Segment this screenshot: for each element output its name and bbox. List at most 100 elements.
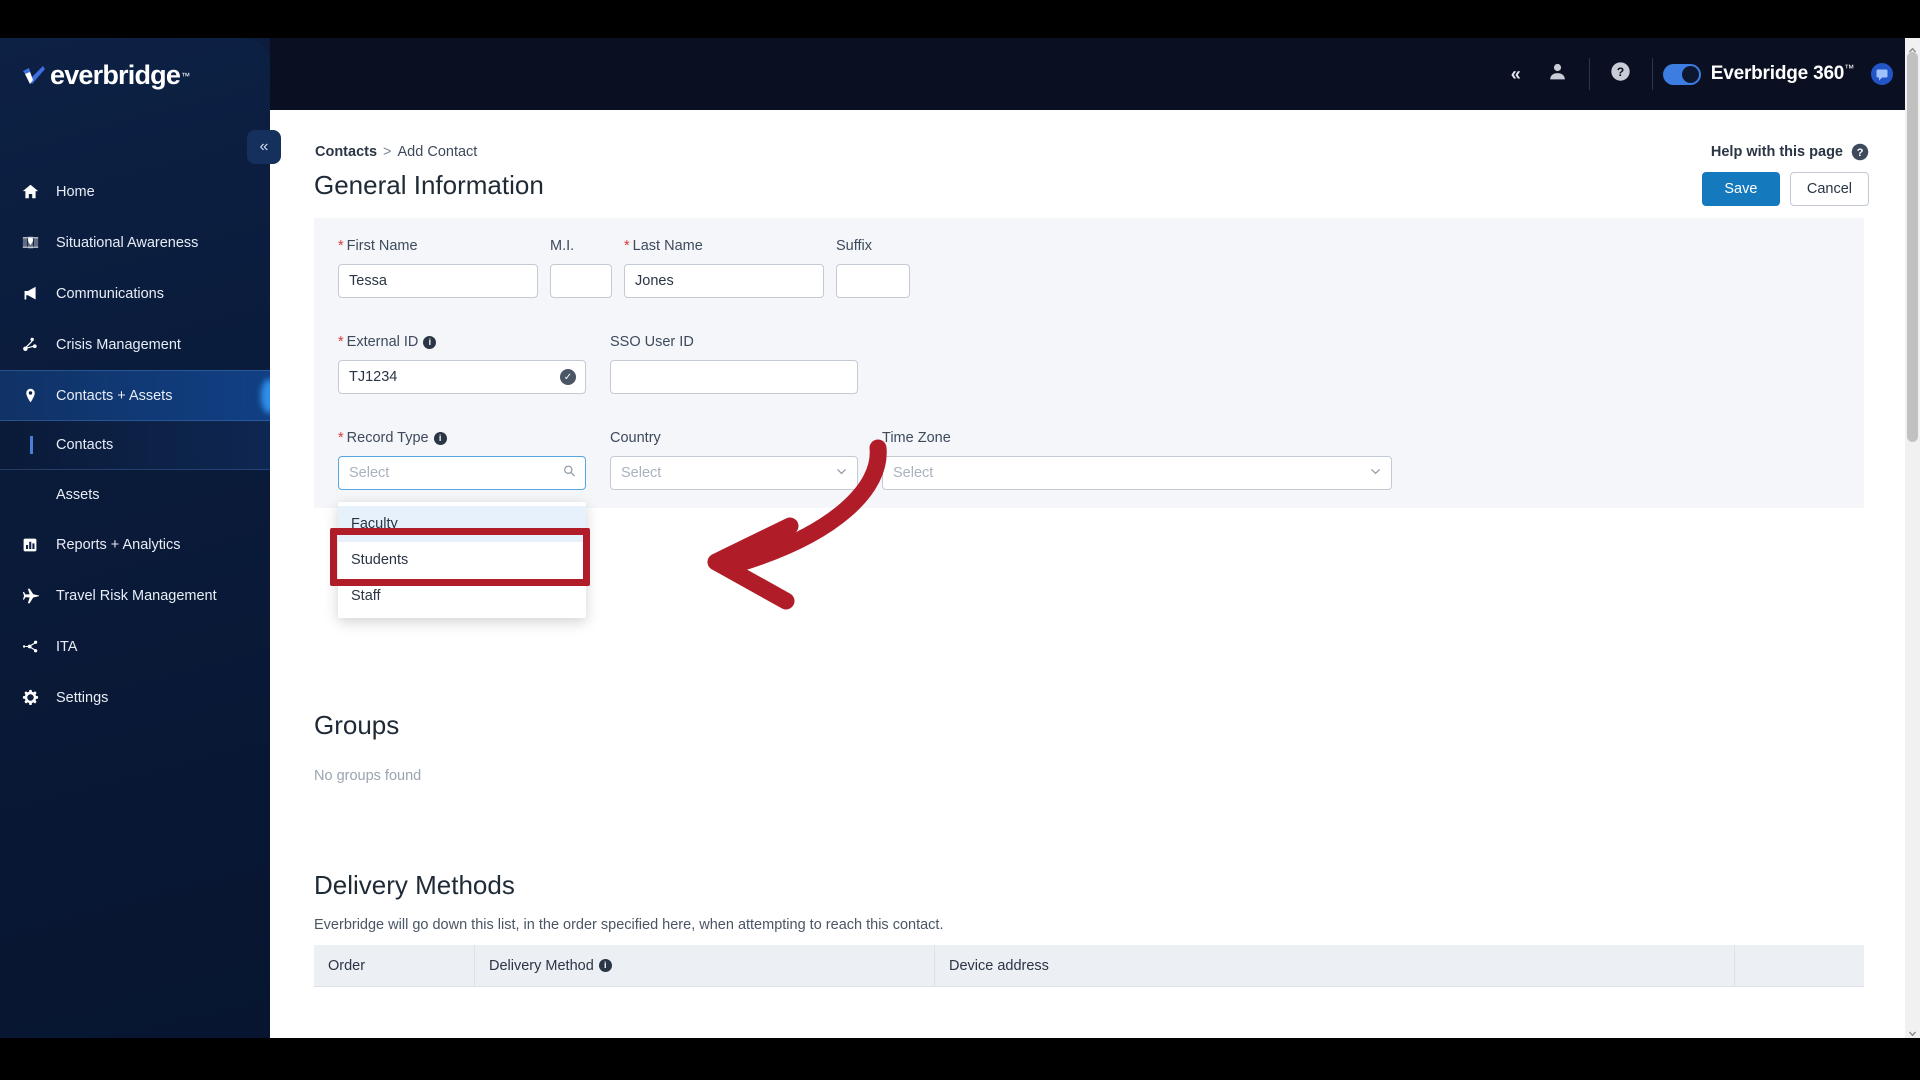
suffix-input[interactable] — [836, 264, 910, 298]
required-marker: * — [624, 238, 630, 254]
middle-initial-label: M.I. — [550, 238, 575, 254]
sidebar-item-crisis-management[interactable]: Crisis Management — [0, 319, 270, 370]
sidebar-item-ita[interactable]: ITA — [0, 621, 270, 672]
airplane-icon — [22, 586, 48, 606]
time-zone-select[interactable]: Select — [882, 456, 1392, 490]
help-with-this-page-link[interactable]: Help with this page ? — [1711, 143, 1869, 161]
chevron-double-left-icon: « — [259, 138, 269, 155]
country-select[interactable]: Select — [610, 456, 858, 490]
country-placeholder: Select — [621, 465, 662, 481]
topbar-divider-2 — [1651, 58, 1653, 90]
topbar-divider-1 — [1588, 58, 1590, 90]
network-nodes-icon — [22, 335, 48, 355]
column-header-order: Order — [328, 957, 366, 974]
cancel-button[interactable]: Cancel — [1789, 172, 1869, 206]
breadcrumb-current: Add Contact — [397, 144, 478, 160]
sidebar-item-situational-awareness[interactable]: Situational Awareness — [0, 217, 270, 268]
scroll-up-arrow-icon[interactable] — [1908, 42, 1917, 53]
user-menu-button[interactable] — [1537, 53, 1579, 95]
record-type-field: * Record Type i Select — [338, 430, 586, 490]
required-marker: * — [338, 334, 344, 350]
sidebar-collapse-button[interactable]: « — [247, 130, 281, 164]
record-type-option-staff[interactable]: Staff — [338, 578, 586, 614]
record-type-label: * Record Type i — [338, 430, 586, 448]
scroll-down-arrow-icon[interactable] — [1908, 1025, 1917, 1037]
first-name-label: * First Name — [338, 238, 418, 254]
external-id-label: * External ID i — [338, 334, 586, 352]
groups-empty-text: No groups found — [314, 768, 422, 784]
sidebar-item-home[interactable]: Home — [0, 166, 270, 217]
delivery-methods-description: Everbridge will go down this list, in th… — [314, 917, 944, 933]
everbridge-360-toggle[interactable] — [1662, 63, 1701, 85]
help-button[interactable]: ? — [1600, 53, 1642, 95]
info-icon[interactable]: i — [598, 959, 612, 972]
page-title: General Information — [314, 170, 544, 200]
application-window: everbridge ™ Home Situational Awareness — [0, 38, 1920, 1038]
info-icon[interactable]: i — [423, 336, 437, 349]
external-id-input[interactable]: TJ1234 ✓ — [338, 360, 586, 394]
last-name-label: * Last Name — [624, 238, 703, 254]
brand-tm: ™ — [1844, 63, 1854, 75]
country-field: Country Select — [610, 430, 858, 490]
sidebar-item-label: Crisis Management — [56, 336, 181, 353]
save-button[interactable]: Save — [1701, 172, 1780, 206]
vertical-scrollbar-thumb[interactable] — [1907, 52, 1918, 442]
breadcrumb-root[interactable]: Contacts — [315, 144, 377, 160]
middle-initial-input[interactable] — [550, 264, 612, 298]
sso-user-id-input[interactable] — [610, 360, 858, 394]
sidebar-nav: Home Situational Awareness Communication… — [0, 166, 270, 723]
everbridge-logo[interactable]: everbridge ™ — [22, 60, 190, 91]
help-with-this-page-label: Help with this page — [1710, 144, 1843, 160]
sidebar-item-contacts[interactable]: Contacts — [0, 421, 270, 470]
record-type-option-faculty[interactable]: Faculty — [338, 506, 586, 542]
sidebar-item-contacts-assets[interactable]: Contacts + Assets — [0, 370, 270, 421]
screenshot-root: everbridge ™ Home Situational Awareness — [0, 0, 1920, 1080]
record-type-option-students[interactable]: Students — [338, 542, 586, 578]
last-name-input[interactable]: Jones — [624, 264, 824, 298]
topbar-collapse-button[interactable]: « — [1495, 53, 1537, 95]
time-zone-label: Time Zone — [882, 430, 951, 446]
sidebar-item-label: ITA — [56, 638, 78, 655]
location-pin-icon — [22, 386, 48, 406]
sidebar-item-label: Home — [56, 183, 95, 200]
groups-section-title: Groups — [314, 710, 400, 740]
threat-graph-icon — [22, 637, 48, 657]
main-content: Contacts > Add Contact General Information… — [270, 110, 1905, 1038]
info-icon[interactable]: i — [433, 432, 447, 445]
user-icon — [1547, 61, 1568, 87]
suffix-field: Suffix — [836, 238, 910, 298]
record-type-options-list[interactable]: Faculty Students Staff — [338, 502, 586, 618]
delivery-methods-table-header: Order Delivery Method i Device address — [314, 945, 1864, 987]
first-name-input[interactable]: Tessa — [338, 264, 538, 298]
sidebar-item-label: Settings — [56, 689, 109, 706]
everbridge-tm: ™ — [181, 70, 191, 81]
chevron-double-left-icon: « — [1510, 63, 1521, 84]
sidebar-item-assets[interactable]: Assets — [0, 470, 270, 519]
svg-text:?: ? — [1857, 147, 1864, 159]
time-zone-placeholder: Select — [893, 465, 934, 481]
search-icon — [563, 465, 576, 482]
chat-button[interactable] — [1870, 62, 1894, 86]
everbridge-check-icon — [22, 65, 48, 87]
bar-chart-icon — [22, 535, 48, 555]
breadcrumb: Contacts > Add Contact — [315, 144, 477, 160]
question-circle-icon: ? — [1851, 143, 1869, 161]
sidebar-item-travel-risk-management[interactable]: Travel Risk Management — [0, 570, 270, 621]
name-row: * First Name Tessa M.I. * Last Name Jones … — [338, 238, 922, 298]
page-actions: Save Cancel — [1701, 172, 1869, 206]
time-zone-field: Time Zone Select — [882, 430, 1392, 490]
chevron-down-icon — [1369, 465, 1382, 482]
id-row: * External ID i TJ1234 ✓ SSO User ID — [338, 334, 870, 394]
brand-text: Everbridge 360 — [1710, 63, 1845, 84]
sidebar-item-communications[interactable]: Communications — [0, 268, 270, 319]
sidebar: everbridge ™ Home Situational Awareness — [0, 38, 270, 1038]
check-circle-icon: ✓ — [560, 369, 576, 385]
country-label: Country — [610, 430, 661, 446]
sidebar-item-reports-analytics[interactable]: Reports + Analytics — [0, 519, 270, 570]
middle-initial-field: M.I. — [550, 238, 612, 298]
sidebar-item-settings[interactable]: Settings — [0, 672, 270, 723]
sidebar-item-label: Travel Risk Management — [56, 587, 217, 604]
record-type-select[interactable]: Select — [338, 456, 586, 490]
top-bar: « ? Everbridge 360™ — [270, 38, 1920, 110]
required-marker: * — [338, 238, 344, 254]
